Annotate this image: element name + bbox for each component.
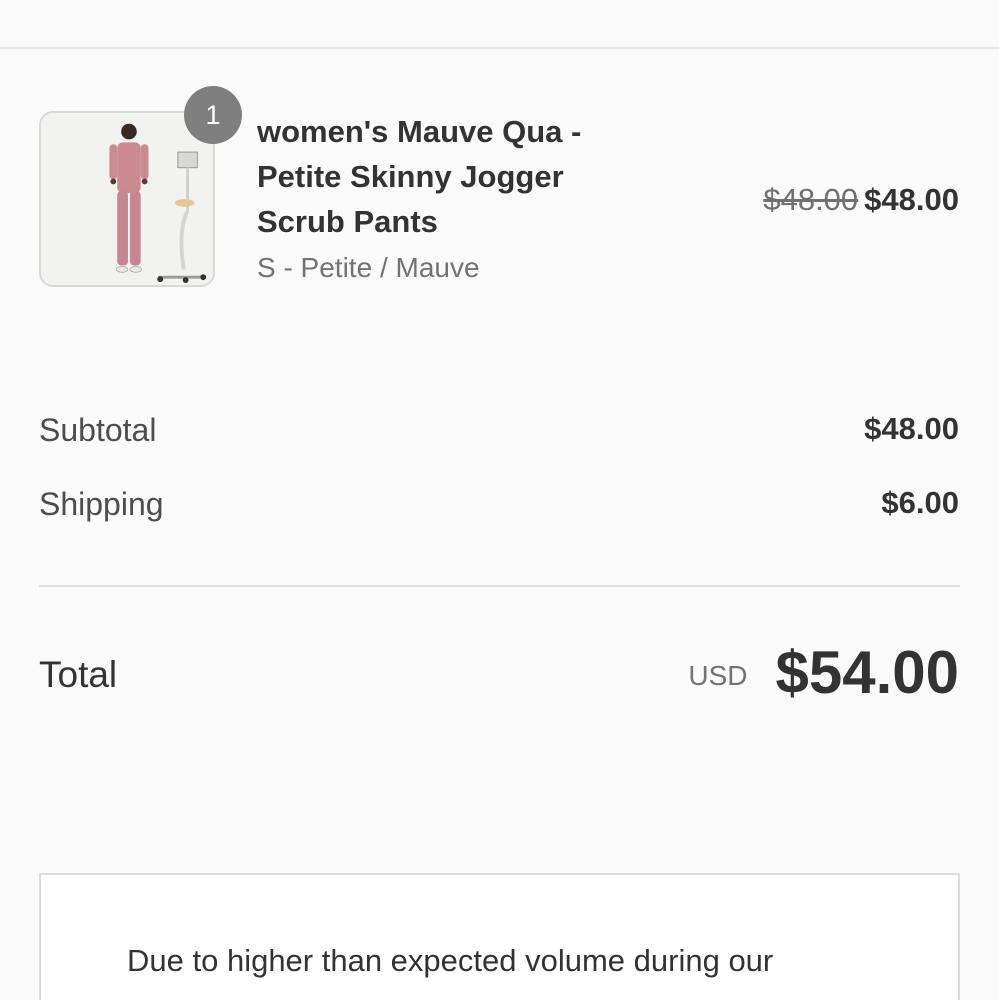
quantity-badge: 1 xyxy=(184,86,242,144)
shipping-value: $6.00 xyxy=(881,485,959,520)
notice-box: Due to higher than expected volume durin… xyxy=(39,873,960,1000)
product-name: women's Mauve Qua - Petite Skinny Jogger… xyxy=(257,114,582,239)
notice-text: Due to higher than expected volume durin… xyxy=(127,943,774,978)
top-divider xyxy=(0,47,999,49)
subtotal-label: Subtotal xyxy=(39,412,157,448)
total-value: $54.00 xyxy=(775,639,959,706)
product-price: $48.00 $48.00 xyxy=(763,178,959,222)
currency-code: USD xyxy=(688,660,748,691)
product-variant: S - Petite / Mauve xyxy=(257,252,480,283)
current-price: $48.00 xyxy=(864,182,959,217)
subtotal-value: $48.00 xyxy=(864,411,959,446)
product-image xyxy=(39,111,215,287)
total-amount-group: USD $54.00 xyxy=(688,636,959,710)
shipping-label: Shipping xyxy=(39,486,164,522)
original-price: $48.00 xyxy=(763,182,859,217)
order-summary-page: 1 women's Mauve Qua - Petite Skinny Jogg… xyxy=(0,0,999,1000)
total-label: Total xyxy=(39,654,118,695)
summary-divider xyxy=(39,585,960,587)
